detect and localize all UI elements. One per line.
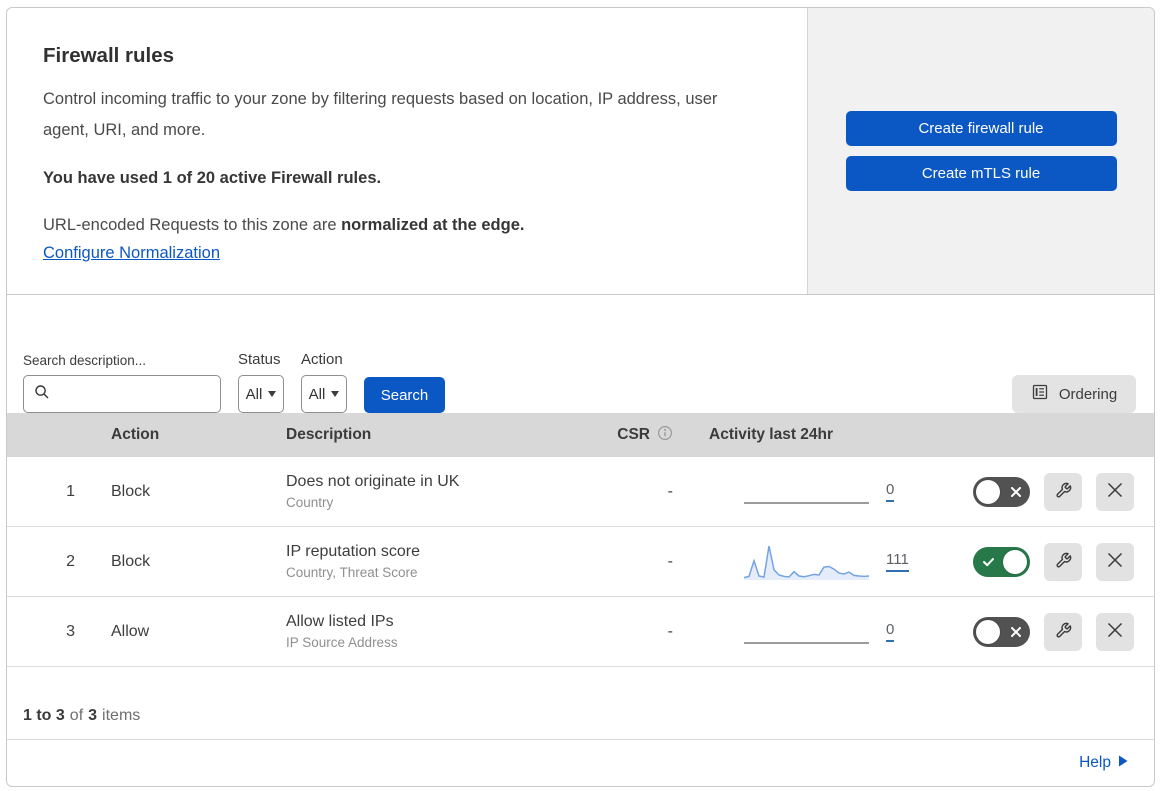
wrench-icon: [1055, 552, 1072, 572]
rule-enabled-toggle[interactable]: [973, 616, 1030, 647]
filter-bar: Search description... Status All Action …: [7, 295, 1154, 413]
search-label: Search description...: [23, 353, 147, 368]
column-activity: Activity last 24hr: [709, 426, 834, 443]
pagination-total: 3: [88, 707, 98, 724]
rule-fields: IP Source Address: [286, 635, 398, 650]
delete-rule-button[interactable]: [1096, 612, 1134, 651]
column-action: Action: [111, 426, 160, 443]
column-csr: CSR: [580, 425, 695, 446]
toggle-knob: [976, 479, 1000, 504]
create-actions-panel: Create firewall rule Create mTLS rule: [807, 8, 1154, 294]
activity-sparkline: [744, 612, 869, 652]
rule-fields: Country: [286, 495, 334, 510]
normalization-note: URL-encoded Requests to this zone are no…: [43, 216, 767, 235]
rule-enabled-toggle[interactable]: [973, 546, 1030, 577]
close-icon: [1106, 551, 1124, 572]
rule-action: Block: [111, 482, 151, 500]
rule-csr-value: -: [667, 482, 673, 500]
activity-count-link[interactable]: 111: [886, 551, 909, 572]
normalization-note-bold: normalized at the edge.: [341, 216, 525, 235]
column-description: Description: [286, 426, 372, 443]
wrench-icon: [1055, 622, 1072, 642]
chevron-down-icon: [331, 391, 340, 397]
close-icon: [1106, 481, 1124, 502]
help-link-label: Help: [1079, 754, 1111, 771]
activity-sparkline: [743, 542, 870, 582]
firewall-rules-panel: Firewall rules Control incoming traffic …: [6, 7, 1155, 787]
search-icon: [34, 384, 50, 405]
triangle-right-icon: [1119, 754, 1128, 772]
status-dropdown-value: All: [245, 385, 263, 403]
toggle-knob: [976, 619, 1000, 644]
rule-description[interactable]: IP reputation score: [286, 543, 580, 561]
activity-sparkline: [744, 472, 869, 512]
x-icon: [1011, 626, 1021, 637]
header-section: Firewall rules Control incoming traffic …: [7, 8, 1154, 295]
delete-rule-button[interactable]: [1096, 472, 1134, 511]
rule-priority: 1: [66, 482, 75, 500]
pagination-range: 1 to 3: [23, 707, 65, 724]
chevron-down-icon: [268, 391, 277, 397]
toggle-knob: [1003, 549, 1027, 574]
activity-count-link[interactable]: 0: [886, 481, 895, 502]
search-button[interactable]: Search: [364, 377, 445, 413]
delete-rule-button[interactable]: [1096, 542, 1134, 581]
create-mtls-rule-button[interactable]: Create mTLS rule: [845, 156, 1117, 191]
table-row: 3 Allow Allow listed IPs IP Source Addre…: [7, 597, 1154, 667]
edit-rule-button[interactable]: [1044, 612, 1082, 651]
action-label: Action: [301, 351, 343, 368]
ordering-button[interactable]: Ordering: [1012, 375, 1136, 413]
page-title: Firewall rules: [43, 44, 175, 67]
rule-csr-value: -: [667, 622, 673, 640]
rule-action: Block: [111, 552, 151, 570]
table-row: 1 Block Does not originate in UK Country…: [7, 457, 1154, 527]
normalization-note-prefix: URL-encoded Requests to this zone are: [43, 216, 342, 235]
help-link[interactable]: Help: [1079, 754, 1128, 772]
close-icon: [1106, 621, 1124, 642]
column-csr-label: CSR: [617, 426, 650, 443]
edit-rule-button[interactable]: [1044, 472, 1082, 511]
rule-csr-value: -: [667, 552, 673, 570]
page-description: Control incoming traffic to your zone by…: [43, 90, 718, 139]
search-input[interactable]: [58, 386, 210, 402]
list-icon: [1031, 383, 1049, 405]
pagination-of: of: [69, 707, 84, 724]
search-box[interactable]: [23, 375, 221, 413]
info-icon[interactable]: [657, 425, 673, 446]
rule-fields: Country, Threat Score: [286, 565, 418, 580]
wrench-icon: [1055, 482, 1072, 502]
create-firewall-rule-button[interactable]: Create firewall rule: [845, 111, 1117, 146]
pagination-summary: 1 to 3 of 3 items: [7, 667, 1154, 740]
check-icon: [982, 555, 995, 568]
rule-action: Allow: [111, 622, 150, 640]
table-row: 2 Block IP reputation score Country, Thr…: [7, 527, 1154, 597]
configure-normalization-link[interactable]: Configure Normalization: [43, 244, 220, 262]
ordering-button-label: Ordering: [1058, 385, 1118, 403]
table-header: Action Description CSR Activity last 24h…: [7, 413, 1154, 457]
pagination-items: items: [102, 707, 141, 724]
help-bar: Help: [7, 740, 1154, 786]
x-icon: [1011, 486, 1021, 497]
status-label: Status: [238, 351, 281, 368]
edit-rule-button[interactable]: [1044, 542, 1082, 581]
activity-count-link[interactable]: 0: [886, 621, 895, 642]
header-text-block: Firewall rules Control incoming traffic …: [7, 8, 807, 294]
action-dropdown-value: All: [308, 385, 326, 403]
action-dropdown[interactable]: All: [301, 375, 347, 413]
rule-enabled-toggle[interactable]: [973, 476, 1030, 507]
rule-priority: 3: [66, 622, 75, 640]
rule-priority: 2: [66, 552, 75, 570]
rule-description[interactable]: Allow listed IPs: [286, 613, 580, 631]
status-dropdown[interactable]: All: [238, 375, 284, 413]
usage-summary: You have used 1 of 20 active Firewall ru…: [43, 169, 382, 188]
rule-description[interactable]: Does not originate in UK: [286, 473, 580, 491]
